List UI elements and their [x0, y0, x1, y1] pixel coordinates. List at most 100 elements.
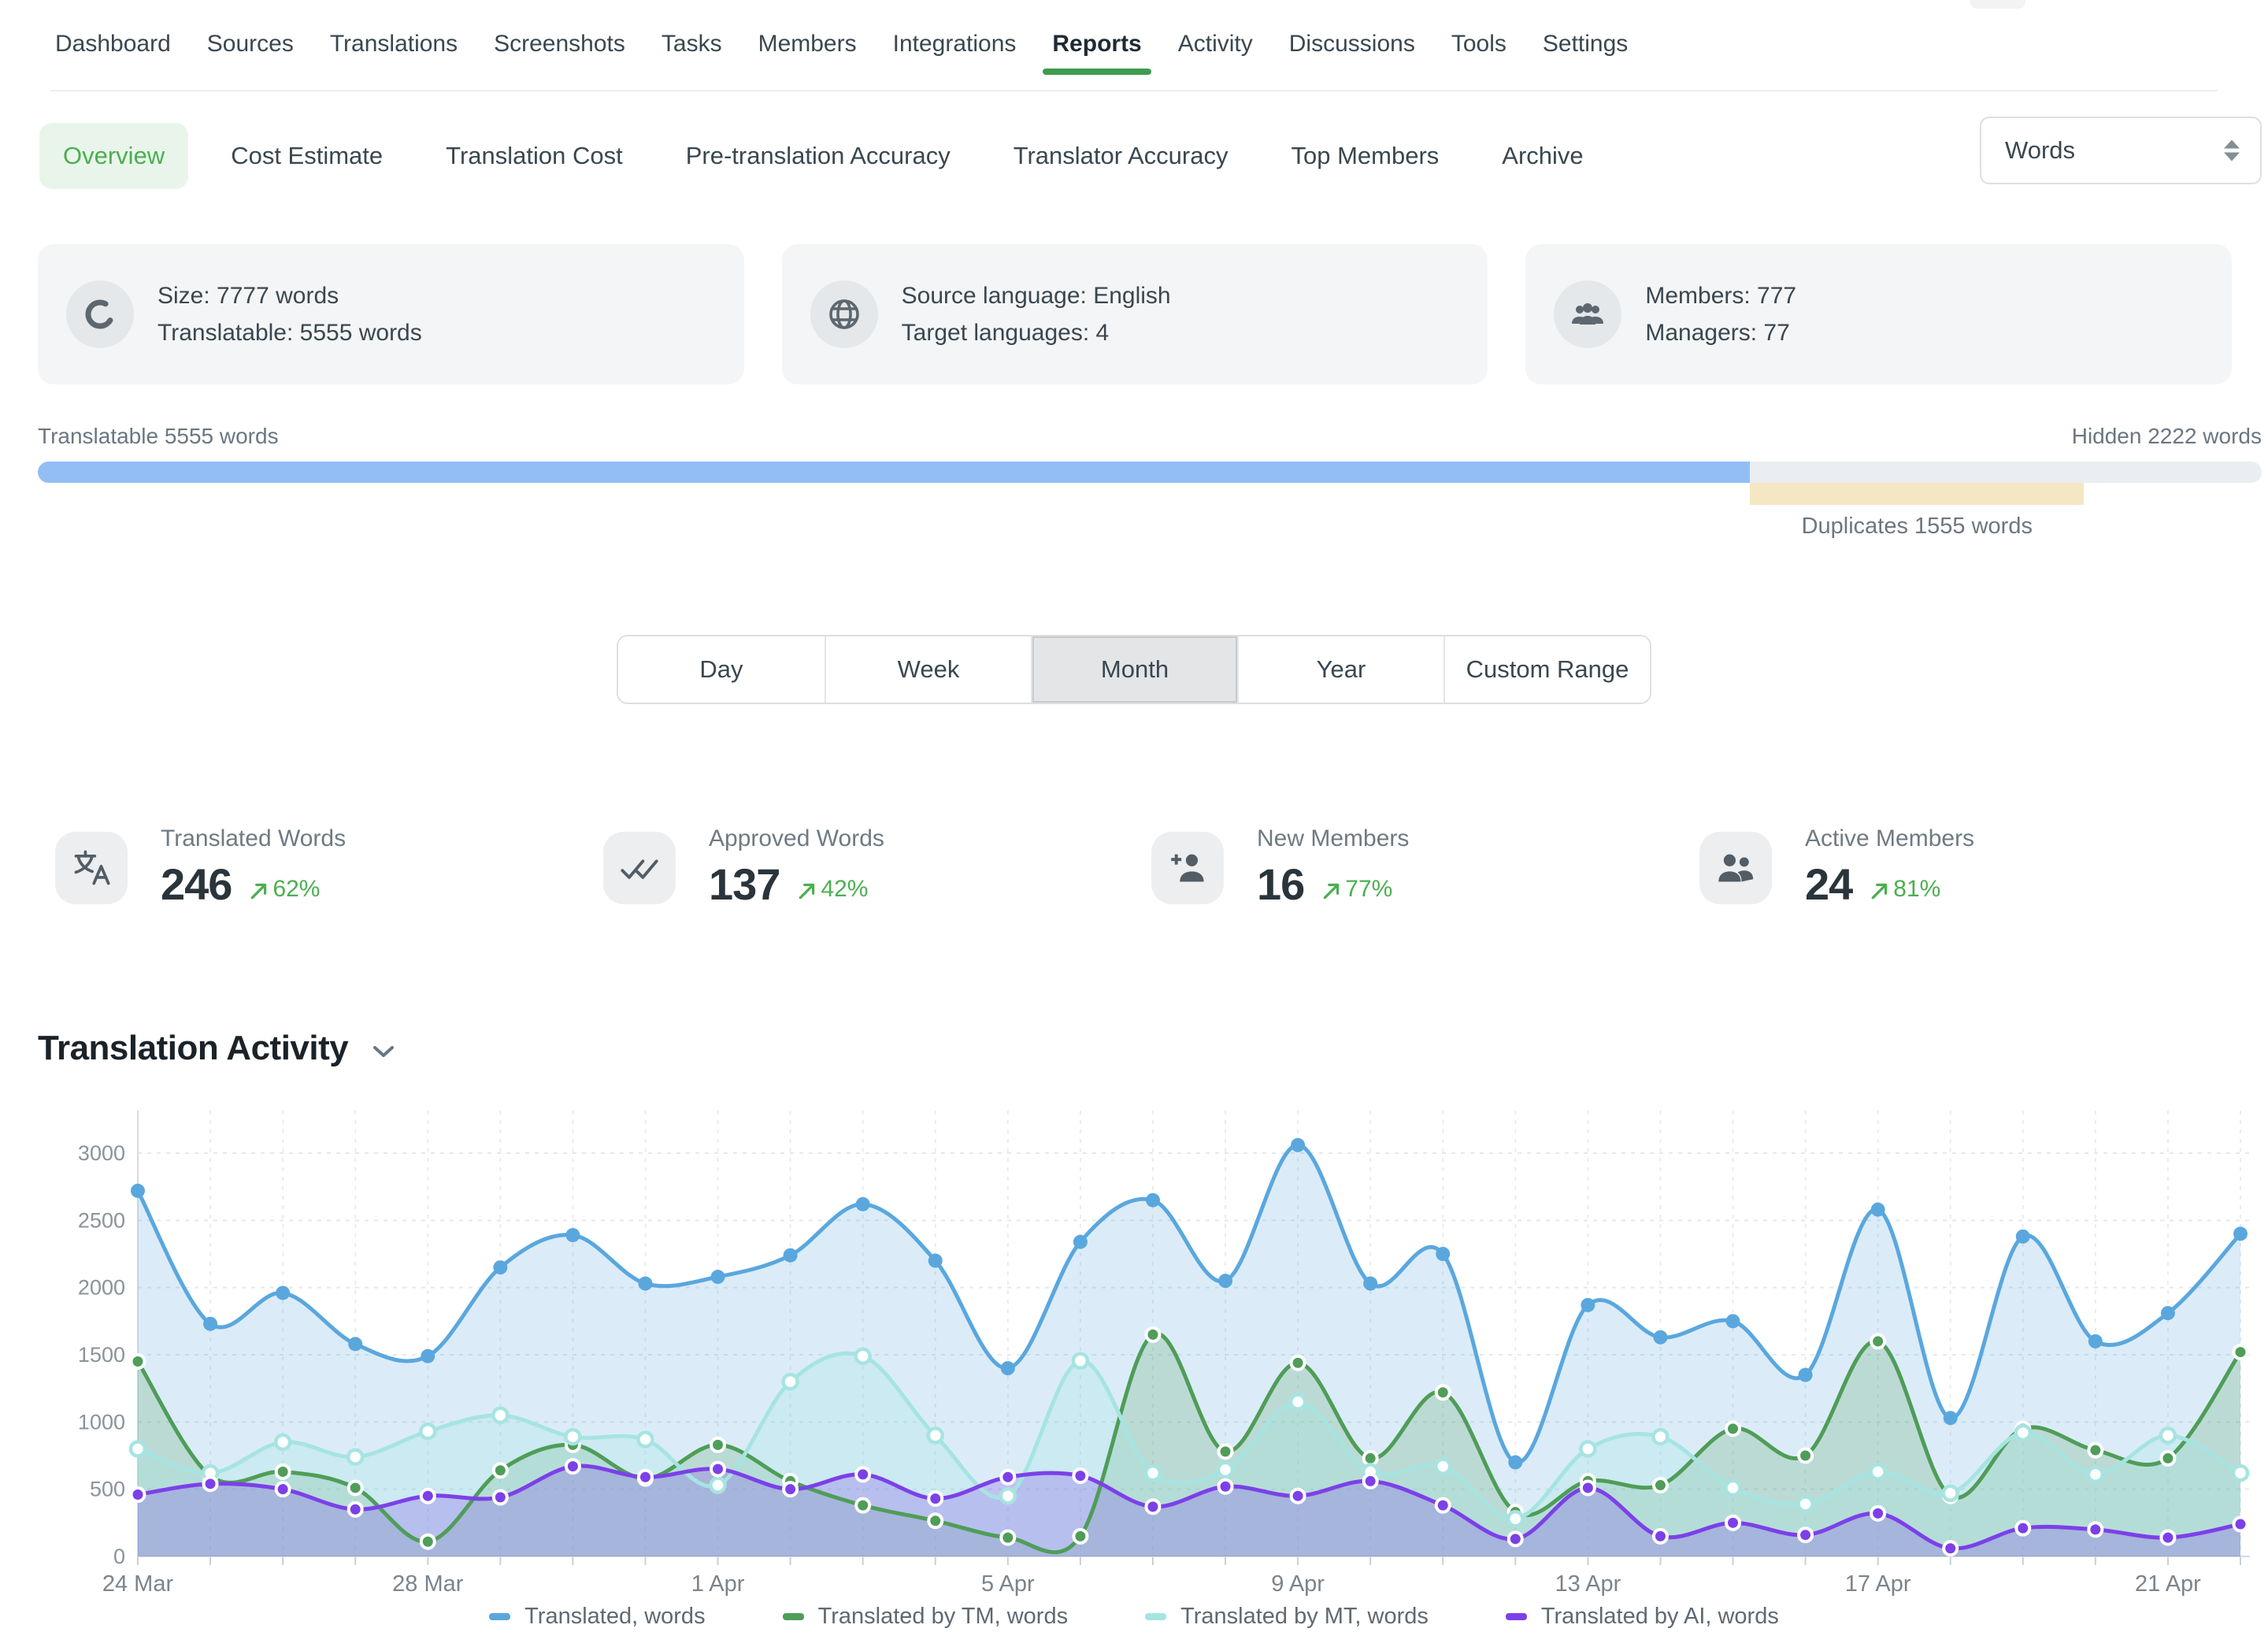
stat-label: New Members: [1257, 825, 1409, 852]
info-card: Size: 7777 words Translatable: 5555 words: [38, 244, 744, 384]
range-tab-week[interactable]: Week: [825, 636, 1031, 703]
svg-text:13 Apr: 13 Apr: [1555, 1571, 1621, 1597]
globe-icon: [810, 280, 878, 348]
nav-item-discussions[interactable]: Discussions: [1289, 31, 1415, 57]
double-check-icon: [619, 848, 660, 888]
nav-item-activity[interactable]: Activity: [1178, 31, 1253, 57]
date-range-tabs: DayWeekMonthYearCustom Range: [617, 635, 1651, 704]
stat-label: Approved Words: [709, 825, 884, 852]
stat-delta: 77%: [1321, 876, 1392, 903]
nav-item-tasks[interactable]: Tasks: [662, 31, 722, 57]
nav-item-settings[interactable]: Settings: [1543, 31, 1628, 57]
nav-item-reports[interactable]: Reports: [1052, 31, 1141, 57]
report-tab-overview[interactable]: Overview: [39, 123, 188, 189]
nav-item-tools[interactable]: Tools: [1451, 31, 1506, 57]
activity-section-header: Translation Activity: [38, 1029, 395, 1068]
svg-text:3000: 3000: [78, 1141, 125, 1165]
stat-card: New Members 16 77%: [1134, 825, 1682, 910]
select-arrows-icon: [2224, 140, 2240, 161]
duplicates-bar: [1750, 483, 2084, 505]
svg-text:1 Apr: 1 Apr: [691, 1571, 745, 1597]
nav-item-screenshots[interactable]: Screenshots: [494, 31, 625, 57]
svg-text:2500: 2500: [78, 1208, 125, 1232]
translatable-bar: [38, 462, 1750, 483]
legend-item[interactable]: Translated by AI, words: [1506, 1604, 1779, 1630]
svg-text:21 Apr: 21 Apr: [2135, 1571, 2201, 1597]
nav-item-integrations[interactable]: Integrations: [893, 31, 1017, 57]
legend-swatch: [783, 1613, 804, 1620]
trend-up-icon: [249, 881, 269, 901]
stat-delta: 42%: [797, 876, 868, 903]
info-line: Size: 7777 words: [158, 283, 422, 310]
nav-item-translations[interactable]: Translations: [330, 31, 458, 57]
people-icon: [1715, 848, 1756, 888]
trend-up-icon: [1870, 881, 1890, 901]
double-check-icon: [603, 832, 676, 904]
svg-text:24 Mar: 24 Mar: [102, 1571, 174, 1597]
range-tab-day[interactable]: Day: [618, 636, 825, 703]
info-line: Members: 777: [1645, 283, 1796, 310]
legend-item[interactable]: Translated, words: [489, 1604, 705, 1630]
legend-swatch: [1145, 1613, 1166, 1620]
chart-legend: Translated, words Translated by TM, word…: [0, 1604, 2268, 1630]
svg-text:1500: 1500: [78, 1343, 125, 1367]
svg-text:500: 500: [90, 1478, 125, 1501]
stat-card: Translated Words 246 62%: [38, 825, 586, 910]
translate-icon: [71, 848, 112, 888]
range-tab-month[interactable]: Month: [1031, 636, 1237, 703]
translate-icon: [55, 832, 128, 904]
legend-swatch: [1506, 1613, 1527, 1620]
reports-overview-page: Dashboard Sources Translations Screenshots T…: [0, 0, 2268, 1647]
report-tab-cost-estimate[interactable]: Cost Estimate: [231, 142, 383, 170]
translatable-label: Translatable 5555 words: [38, 424, 279, 449]
report-tab-pre-translation-accuracy[interactable]: Pre-translation Accuracy: [686, 142, 951, 170]
stats-row: Translated Words 246 62% Approved Words …: [38, 825, 2230, 910]
progress-ring-icon: [66, 280, 134, 348]
unit-select-value: Words: [2005, 136, 2075, 165]
section-title: Translation Activity: [38, 1029, 348, 1068]
info-line: Managers: 77: [1645, 320, 1796, 347]
svg-text:17 Apr: 17 Apr: [1845, 1571, 1911, 1597]
info-card: Members: 777 Managers: 77: [1525, 244, 2232, 384]
words-breakdown-labels: Translatable 5555 words Hidden 2222 word…: [38, 424, 2262, 449]
nav-item-dashboard[interactable]: Dashboard: [55, 31, 171, 57]
report-tabs: Overview Cost Estimate Translation Cost Pre…: [0, 107, 2268, 205]
unit-select[interactable]: Words: [1980, 117, 2262, 184]
words-breakdown-bar: [38, 462, 2262, 483]
hidden-label: Hidden 2222 words: [2072, 424, 2262, 449]
person-add-icon: [1151, 832, 1224, 904]
stat-value: 16: [1257, 859, 1304, 910]
globe-icon: [825, 295, 863, 333]
trend-up-icon: [1321, 881, 1342, 901]
info-line: Target languages: 4: [902, 320, 1171, 347]
report-tab-translator-accuracy[interactable]: Translator Accuracy: [1014, 142, 1228, 170]
report-tab-archive[interactable]: Archive: [1502, 142, 1583, 170]
svg-text:9 Apr: 9 Apr: [1271, 1571, 1325, 1597]
stat-value: 246: [161, 859, 232, 910]
info-line: Source language: English: [902, 283, 1171, 310]
svg-text:5 Apr: 5 Apr: [981, 1571, 1035, 1597]
stat-value: 137: [709, 859, 780, 910]
range-tab-year[interactable]: Year: [1237, 636, 1443, 703]
report-tab-translation-cost[interactable]: Translation Cost: [446, 142, 623, 170]
svg-text:2000: 2000: [78, 1276, 125, 1300]
range-tab-custom-range[interactable]: Custom Range: [1443, 636, 1650, 703]
members-icon: [1569, 295, 1606, 333]
legend-item[interactable]: Translated by MT, words: [1145, 1604, 1429, 1630]
people-icon: [1699, 832, 1772, 904]
chevron-down-icon[interactable]: [372, 1038, 395, 1059]
legend-item[interactable]: Translated by TM, words: [783, 1604, 1069, 1630]
nav-item-members[interactable]: Members: [758, 31, 857, 57]
top-navigation: Dashboard Sources Translations Screenshots T…: [0, 0, 2268, 91]
stat-label: Active Members: [1805, 825, 1974, 852]
nav-item-sources[interactable]: Sources: [207, 31, 294, 57]
stat-value: 24: [1805, 859, 1852, 910]
report-tab-top-members[interactable]: Top Members: [1291, 142, 1439, 170]
members-icon: [1554, 280, 1621, 348]
svg-text:1000: 1000: [78, 1410, 125, 1434]
legend-swatch: [489, 1613, 510, 1620]
duplicates-label: Duplicates 1555 words: [1750, 514, 2084, 540]
info-card: Source language: English Target languages…: [782, 244, 1488, 384]
stat-label: Translated Words: [161, 825, 346, 852]
info-line: Translatable: 5555 words: [158, 320, 422, 347]
